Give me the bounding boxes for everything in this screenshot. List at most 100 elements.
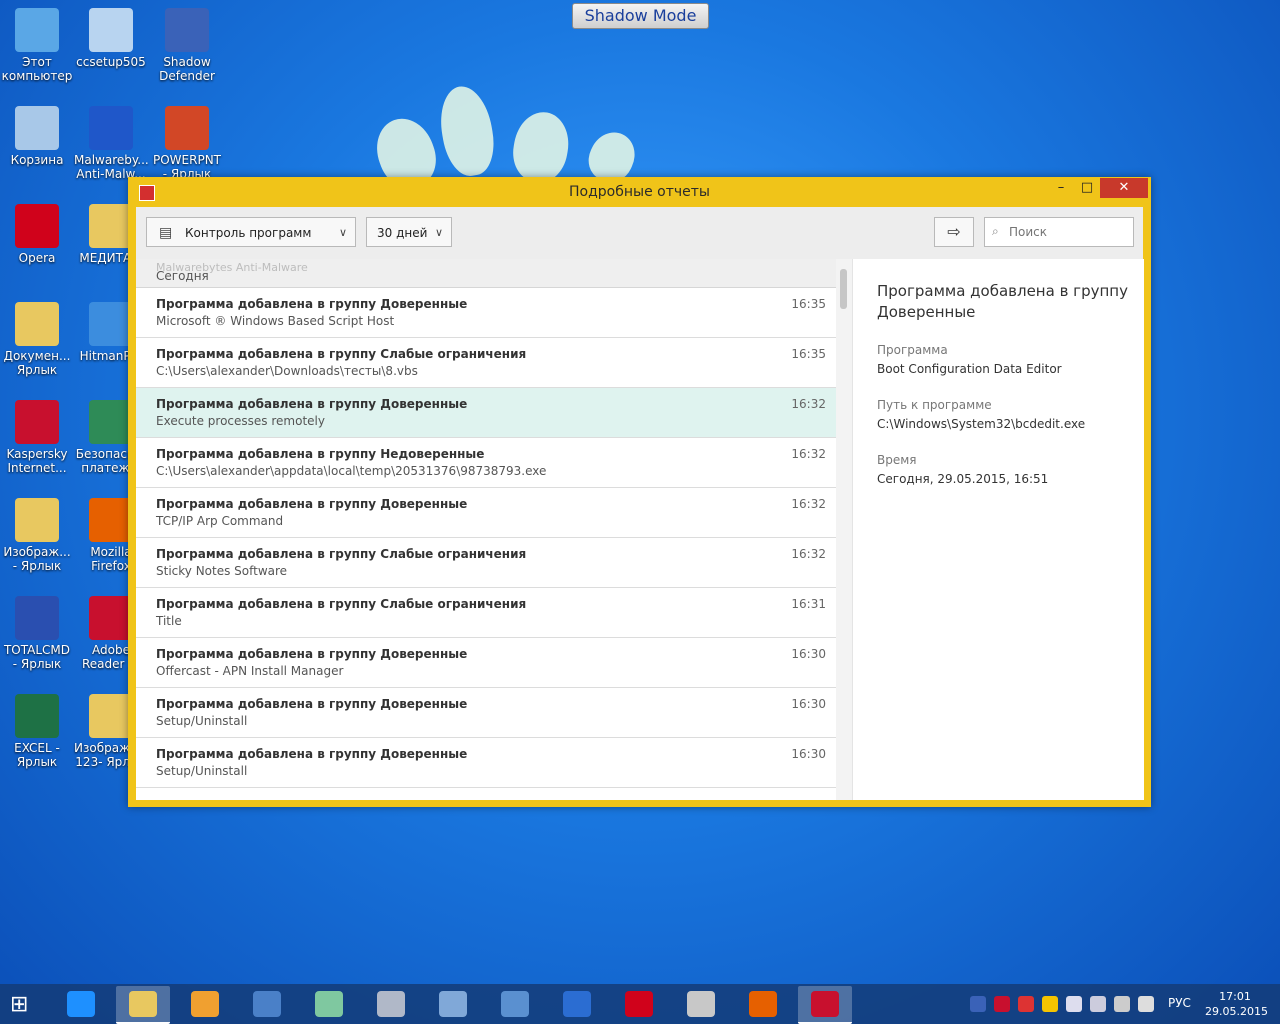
sandbox-tray-icon[interactable] bbox=[1042, 996, 1058, 1012]
folder-icon bbox=[15, 498, 59, 542]
resource-monitor-icon bbox=[439, 991, 467, 1017]
close-button[interactable]: ✕ bbox=[1100, 178, 1148, 198]
language-indicator[interactable]: РУС bbox=[1168, 996, 1191, 1010]
taskbar-app[interactable] bbox=[674, 986, 728, 1022]
row-title: Программа добавлена в группу Доверенные bbox=[156, 397, 468, 411]
row-time: 16:32 bbox=[791, 497, 826, 511]
folder-icon bbox=[89, 694, 133, 738]
windows-logo-icon: ⊞ bbox=[10, 992, 29, 1017]
chevron-down-icon: ∨ bbox=[434, 226, 443, 239]
row-title: Программа добавлена в группу Слабые огра… bbox=[156, 347, 527, 361]
flag-tray-icon[interactable] bbox=[1066, 996, 1082, 1012]
maximize-button[interactable]: □ bbox=[1074, 178, 1100, 198]
report-row[interactable]: Программа добавлена в группу Доверенные S… bbox=[136, 688, 836, 738]
window-titlebar[interactable]: Подробные отчеты – □ ✕ bbox=[128, 177, 1151, 207]
detail-panel: Программа добавлена в группу Доверенные … bbox=[852, 259, 1144, 800]
report-row[interactable]: Программа добавлена в группу Недоверенны… bbox=[136, 438, 836, 488]
row-subtitle: Sticky Notes Software bbox=[156, 564, 288, 578]
taskbar-app[interactable] bbox=[736, 986, 790, 1022]
minimize-button[interactable]: – bbox=[1048, 178, 1074, 198]
detail-title: Программа добавлена в группу Доверенные bbox=[877, 282, 1128, 321]
network-tray-icon[interactable] bbox=[1114, 996, 1130, 1012]
search-input[interactable] bbox=[984, 217, 1134, 247]
taskbar-app[interactable] bbox=[488, 986, 542, 1022]
desktop-shortcut[interactable]: Корзина bbox=[0, 106, 74, 167]
desktop-shortcut[interactable]: TOTALCMD - Ярлык bbox=[0, 596, 74, 671]
desktop-shortcut[interactable]: Докумен... Ярлык bbox=[0, 302, 74, 377]
folder-icon bbox=[15, 302, 59, 346]
report-icon: ▤ bbox=[159, 225, 173, 241]
detail-time-label: Время bbox=[877, 453, 917, 467]
row-title: Программа добавлена в группу Доверенные bbox=[156, 297, 468, 311]
kaspersky-icon bbox=[15, 400, 59, 444]
start-button[interactable]: ⊞ bbox=[10, 992, 28, 1017]
notepad-icon bbox=[315, 991, 343, 1017]
row-time: 16:32 bbox=[791, 547, 826, 561]
desktop-shortcut-label: Kaspersky Internet... bbox=[6, 447, 68, 475]
toolbar: ▤ Контроль программ ∨ 30 дней ∨ ⇨ ⌕ bbox=[136, 207, 1143, 259]
window-client: ▤ Контроль программ ∨ 30 дней ∨ ⇨ ⌕ Malw… bbox=[136, 207, 1144, 800]
period-dropdown[interactable]: 30 дней ∨ bbox=[366, 217, 452, 247]
explorer-icon bbox=[129, 991, 157, 1017]
report-row[interactable]: Программа добавлена в группу Слабые огра… bbox=[136, 588, 836, 638]
list-scrollbar[interactable] bbox=[836, 259, 852, 800]
clock[interactable]: 17:01 29.05.2015 bbox=[1205, 989, 1268, 1019]
payment-icon bbox=[89, 400, 133, 444]
desktop-shortcut[interactable]: Opera bbox=[0, 204, 74, 265]
calculator-icon bbox=[377, 991, 405, 1017]
taskbar-app[interactable] bbox=[364, 986, 418, 1022]
report-row[interactable]: Программа добавлена в группу Доверенные E… bbox=[136, 388, 836, 438]
desktop-shortcut[interactable]: Malwareby... Anti-Malw... bbox=[74, 106, 149, 181]
event-list: Malwarebytes Anti-Malware Сегодня Програ… bbox=[136, 259, 836, 800]
taskbar-app[interactable] bbox=[54, 986, 108, 1022]
taskbar-app[interactable] bbox=[240, 986, 294, 1022]
row-subtitle: Offercast - APN Install Manager bbox=[156, 664, 344, 678]
scroll-thumb[interactable] bbox=[840, 269, 847, 309]
row-subtitle: Setup/Uninstall bbox=[156, 714, 248, 728]
report-row[interactable]: Программа добавлена в группу Доверенные O… bbox=[136, 638, 836, 688]
taskbar-app[interactable] bbox=[178, 986, 232, 1022]
row-subtitle: Setup/Uninstall bbox=[156, 764, 248, 778]
chevron-down-icon: ∨ bbox=[338, 226, 347, 239]
firefox-icon bbox=[749, 991, 777, 1017]
taskbar-app[interactable] bbox=[302, 986, 356, 1022]
export-button[interactable]: ⇨ bbox=[934, 217, 974, 247]
shadow-defender-tray-icon[interactable] bbox=[970, 996, 986, 1012]
report-row[interactable]: Программа добавлена в группу Доверенные M… bbox=[136, 288, 836, 338]
usb-tray-icon[interactable] bbox=[1090, 996, 1106, 1012]
filter-dropdown[interactable]: ▤ Контроль программ ∨ bbox=[146, 217, 356, 247]
row-time: 16:30 bbox=[791, 747, 826, 761]
taskbar-app[interactable] bbox=[550, 986, 604, 1022]
detail-time-value: Сегодня, 29.05.2015, 16:51 bbox=[877, 472, 1049, 486]
detail-path-value: C:\Windows\System32\bcdedit.exe bbox=[877, 417, 1086, 431]
desktop-shortcut[interactable]: EXCEL - Ярлык bbox=[0, 694, 74, 769]
excel-icon bbox=[15, 694, 59, 738]
report-row[interactable] bbox=[136, 788, 836, 800]
taskbar-app[interactable] bbox=[116, 986, 170, 1024]
kaspersky-alert-tray-icon[interactable] bbox=[1018, 996, 1034, 1012]
window-title: Подробные отчеты bbox=[569, 184, 710, 200]
taskbar-app[interactable] bbox=[612, 986, 666, 1022]
volume-tray-icon[interactable] bbox=[1138, 996, 1154, 1012]
report-row[interactable]: Программа добавлена в группу Доверенные T… bbox=[136, 488, 836, 538]
desktop-shortcut[interactable]: Изображ... - Ярлык bbox=[0, 498, 74, 573]
desktop-shortcut[interactable]: Этот компьютер bbox=[0, 8, 74, 83]
desktop-shortcut[interactable]: ccsetup505 bbox=[74, 8, 148, 69]
desktop-shortcut[interactable]: Kaspersky Internet... bbox=[0, 400, 74, 475]
row-time: 16:32 bbox=[791, 397, 826, 411]
folder-icon bbox=[89, 204, 133, 248]
desktop-shortcut-label: Opera bbox=[18, 251, 56, 265]
taskbar-app[interactable] bbox=[426, 986, 480, 1022]
desktop-shortcut[interactable]: POWERPNT - Ярлык bbox=[150, 106, 224, 181]
report-row[interactable]: Программа добавлена в группу Доверенные S… bbox=[136, 738, 836, 788]
desktop-shortcut[interactable]: Shadow Defender bbox=[150, 8, 224, 83]
kaspersky-tray-icon[interactable] bbox=[994, 996, 1010, 1012]
firefox-icon bbox=[89, 498, 133, 542]
group-title: Сегодня bbox=[156, 269, 209, 283]
opera-icon bbox=[625, 991, 653, 1017]
taskbar-app[interactable] bbox=[798, 986, 852, 1024]
report-row[interactable]: Программа добавлена в группу Слабые огра… bbox=[136, 338, 836, 388]
row-time: 16:31 bbox=[791, 597, 826, 611]
row-time: 16:30 bbox=[791, 647, 826, 661]
report-row[interactable]: Программа добавлена в группу Слабые огра… bbox=[136, 538, 836, 588]
